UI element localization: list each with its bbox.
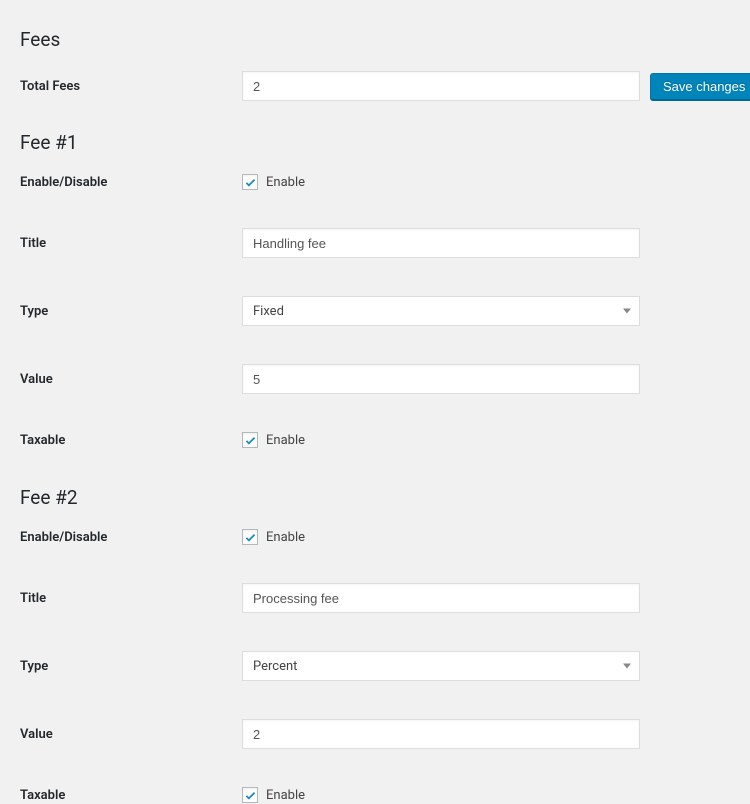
check-icon	[244, 176, 257, 189]
fee2-value-input[interactable]	[242, 719, 640, 749]
fee2-enable-label: Enable/Disable	[20, 530, 242, 545]
fee1-title-label: Title	[20, 236, 242, 251]
fee1-value-input[interactable]	[242, 364, 640, 394]
fee2-title-input[interactable]	[242, 583, 640, 613]
save-button[interactable]: Save changes	[650, 73, 750, 100]
fee2-type-label: Type	[20, 659, 242, 674]
fee1-enable-cb-label: Enable	[266, 175, 305, 190]
fee2-value-label: Value	[20, 727, 242, 742]
fee1-heading: Fee #1	[20, 131, 730, 154]
fee2-taxable-label: Taxable	[20, 788, 242, 803]
fee1-type-label: Type	[20, 304, 242, 319]
fee2-enable-cb-label: Enable	[266, 530, 305, 545]
fee1-type-select[interactable]: Fixed	[242, 296, 640, 326]
fee1-taxable-cb-label: Enable	[266, 433, 305, 448]
fee1-taxable-label: Taxable	[20, 433, 242, 448]
fee2-enable-checkbox[interactable]	[242, 529, 258, 545]
total-fees-input[interactable]	[242, 71, 640, 101]
fee1-title-input[interactable]	[242, 228, 640, 258]
fees-heading: Fees	[20, 28, 730, 51]
fee1-value-label: Value	[20, 372, 242, 387]
total-fees-label: Total Fees	[20, 79, 242, 94]
fee1-enable-label: Enable/Disable	[20, 175, 242, 190]
check-icon	[244, 531, 257, 544]
fee2-title-label: Title	[20, 591, 242, 606]
fee2-type-select[interactable]: Percent	[242, 651, 640, 681]
chevron-down-icon	[623, 664, 631, 669]
fee1-taxable-checkbox[interactable]	[242, 432, 258, 448]
fee2-taxable-cb-label: Enable	[266, 788, 305, 803]
check-icon	[244, 789, 257, 802]
fee1-enable-checkbox[interactable]	[242, 174, 258, 190]
fee1-type-value: Fixed	[253, 304, 284, 319]
fee2-taxable-checkbox[interactable]	[242, 787, 258, 803]
fee2-heading: Fee #2	[20, 486, 730, 509]
fee2-type-value: Percent	[253, 659, 297, 674]
check-icon	[244, 434, 257, 447]
chevron-down-icon	[623, 309, 631, 314]
